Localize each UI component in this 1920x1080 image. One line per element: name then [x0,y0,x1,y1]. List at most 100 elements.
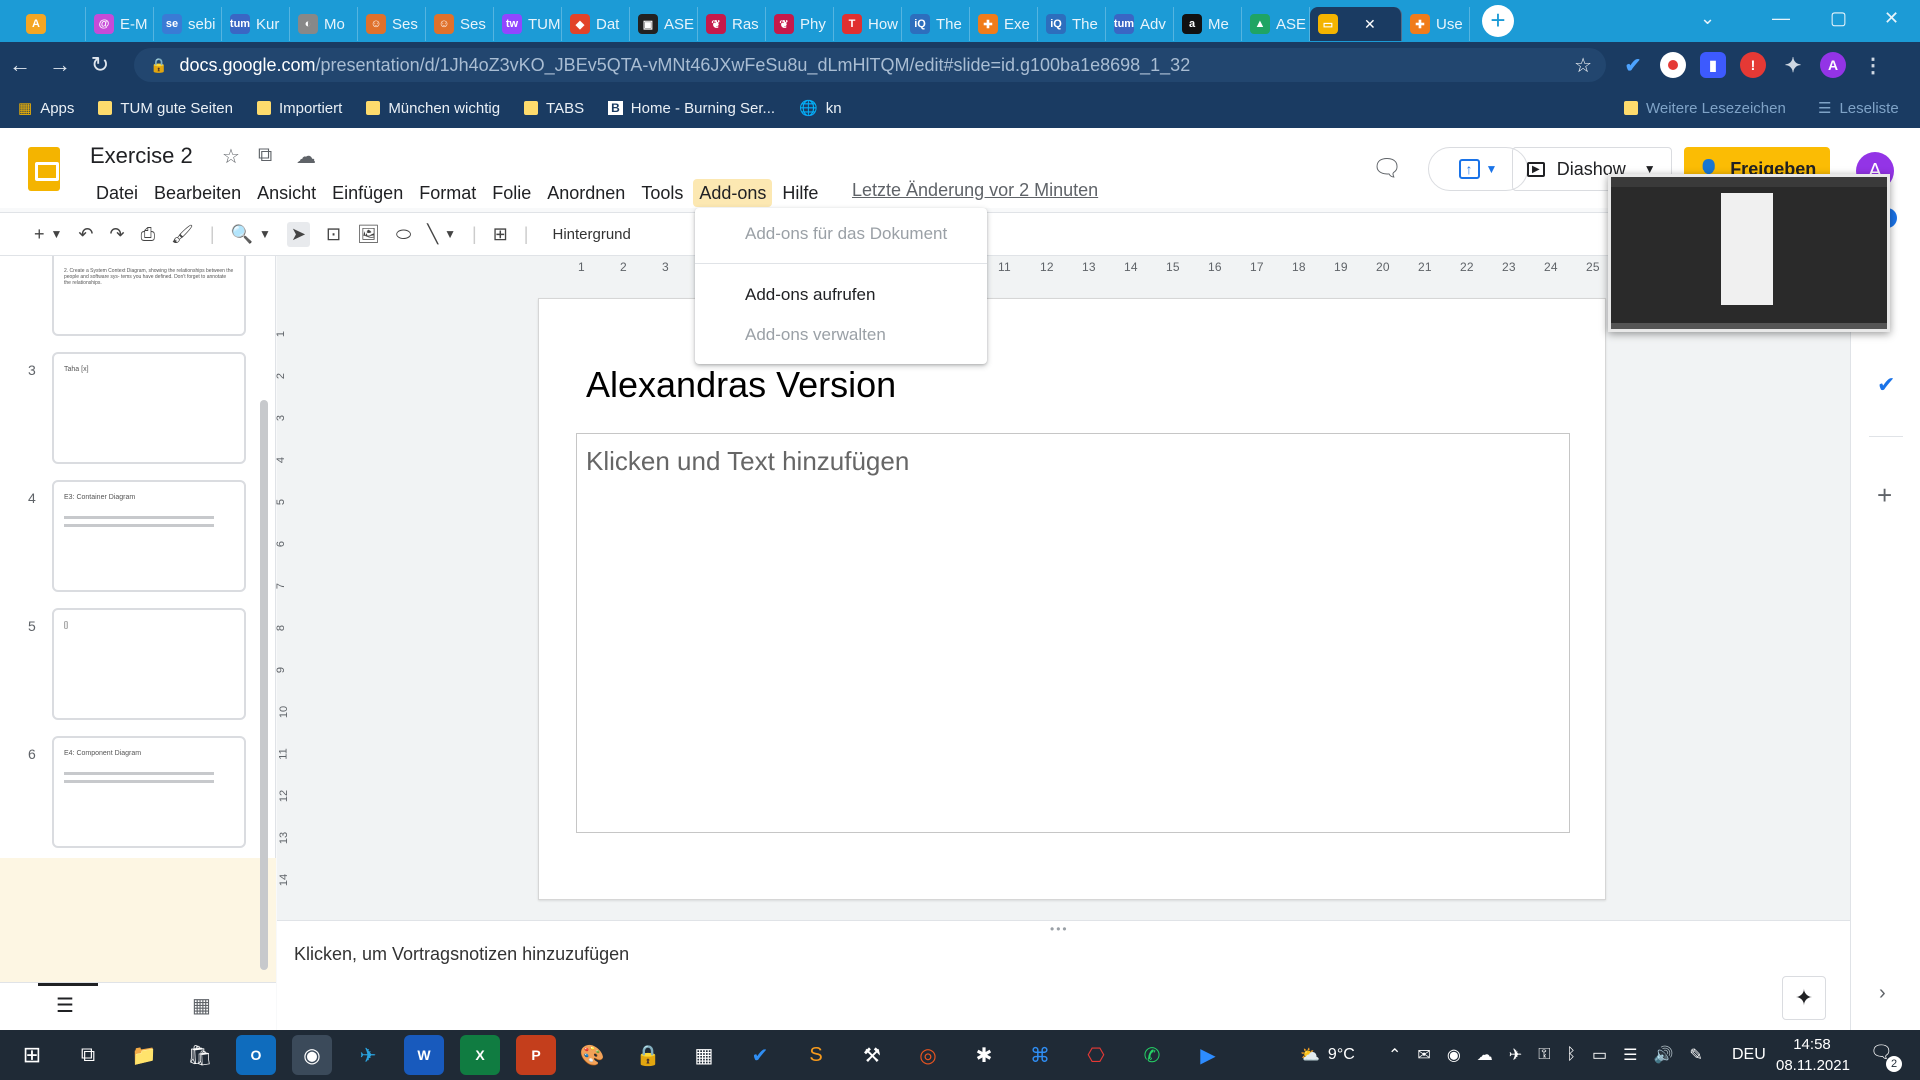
menu-add-ons[interactable]: Add-ons [693,179,773,207]
bluetooth-icon[interactable]: ᛒ [1566,1046,1576,1064]
store-icon[interactable]: 🛍 [180,1035,220,1075]
back-icon[interactable]: ← [0,52,40,78]
ubuntu-icon[interactable]: ◎ [908,1035,948,1075]
menu-datei[interactable]: Datei [90,179,144,207]
bookmark-item[interactable]: TUM gute Seiten [98,100,233,117]
sublime-icon[interactable]: S [796,1035,836,1075]
reading-list[interactable]: ☰ Leseliste [1818,88,1899,128]
powerpoint-icon[interactable]: P [516,1035,556,1075]
undo-icon[interactable]: ↶ [78,224,93,245]
slack-icon[interactable]: ✱ [964,1035,1004,1075]
slide-thumbnail[interactable]: E3: Container Diagram [52,480,246,592]
slide-thumbnail[interactable]: Taha [x] [52,352,246,464]
acrobat-icon[interactable]: ⎔ [1076,1035,1116,1075]
bookmark-item[interactable]: ▦ Apps [18,99,74,118]
paint-icon[interactable]: 🎨 [572,1035,612,1075]
browser-tab[interactable]: iQ The [1038,7,1106,41]
zoom-icon[interactable]: 🔍 [231,224,253,245]
menu-format[interactable]: Format [413,179,482,207]
extensions-puzzle-icon[interactable]: ✦ [1780,52,1806,78]
telegram-icon[interactable]: ✈ [348,1035,388,1075]
speaker-notes-placeholder[interactable]: Klicken, um Vortragsnotizen hinzuzufügen [294,944,629,965]
cloud-status-icon[interactable]: ☁ [296,144,316,169]
new-slide-dropdown-icon[interactable]: ▼ [51,227,63,241]
browser-tab[interactable]: se sebi [154,7,222,41]
bookmark-item[interactable]: 🌐 kn [799,99,842,118]
vscode-icon[interactable]: ⌘ [1020,1035,1060,1075]
browser-tab[interactable]: ☺ Ses [426,7,494,41]
excel-icon[interactable]: X [460,1035,500,1075]
bookmark-item[interactable]: Importiert [256,100,342,117]
browser-tab[interactable]: ▲ ASE [1242,7,1310,41]
language-indicator[interactable]: DEU [1732,1030,1766,1080]
filmstrip-view-icon[interactable]: ☰ [56,993,74,1018]
line-dropdown-icon[interactable]: ▼ [444,227,456,241]
omnibox[interactable]: 🔒 docs.google.com/presentation/d/1Jh4oZ3… [134,48,1606,82]
browser-tab[interactable]: tum Adv [1106,7,1174,41]
close-window-icon[interactable]: ✕ [1884,8,1899,29]
last-edit-link[interactable]: Letzte Änderung vor 2 Minuten [852,180,1098,201]
slide-body-placeholder[interactable]: Klicken und Text hinzufügen [586,446,909,477]
menu-einf-gen[interactable]: Einfügen [326,179,409,207]
bookmark-star-icon[interactable]: ☆ [1574,53,1592,78]
file-explorer-icon[interactable]: 📁 [124,1035,164,1075]
tray-outlook-icon[interactable]: ✉ [1417,1045,1430,1065]
windows-start-icon[interactable]: ⊞ [12,1035,52,1075]
tray-vpn-icon[interactable]: ⚿ [1538,1046,1550,1064]
outlook-icon[interactable]: O [236,1035,276,1075]
bookmark-item[interactable]: TABS [524,100,584,117]
textbox-icon[interactable]: ⊡ [326,224,341,245]
clock[interactable]: 14:58 08.11.2021 [1776,1034,1850,1076]
bookmark-extension-icon[interactable]: ▮ [1700,52,1726,78]
volume-icon[interactable]: 🔊 [1653,1045,1673,1065]
document-title[interactable]: Exercise 2 [90,143,193,169]
calculator-icon[interactable]: ▦ [684,1035,724,1075]
browser-profile-avatar[interactable]: A [1820,52,1846,78]
browser-tab[interactable]: ❦ Ras [698,7,766,41]
print-icon[interactable]: ⎙ [141,224,155,245]
menu-hilfe[interactable]: Hilfe [776,179,824,207]
whatsapp-icon[interactable]: ✆ [1132,1035,1172,1075]
onedrive-icon[interactable]: ☁ [1477,1045,1493,1065]
forward-icon[interactable]: → [40,52,80,78]
word-icon[interactable]: W [404,1035,444,1075]
bookmark-item[interactable]: B Home - Burning Ser... [608,100,775,117]
maximize-icon[interactable]: ▢ [1830,8,1847,29]
shape-icon[interactable]: ⬭ [396,224,411,245]
network-icon[interactable]: ☰ [1623,1045,1637,1065]
tray-chrome-icon[interactable]: ◉ [1447,1045,1461,1065]
new-tab-button[interactable]: + [1482,5,1514,37]
show-hidden-icons-icon[interactable]: ⌃ [1388,1045,1401,1065]
checkmark-extension-icon[interactable]: ✔ [1620,52,1646,78]
line-icon[interactable]: ╲ [427,224,438,245]
comments-icon[interactable]: 🗨 [1372,154,1402,183]
weather-widget[interactable]: ⛅ 9°C [1300,1030,1355,1080]
background-button[interactable]: Hintergrund [552,226,630,243]
menu-ansicht[interactable]: Ansicht [251,179,322,207]
menu-item-get-addons[interactable]: Add-ons aufrufen [745,285,875,305]
zoom-dropdown-icon[interactable]: ▼ [259,227,271,241]
browser-tab[interactable]: ✚ Use [1402,7,1470,41]
chrome-icon[interactable]: ◉ [292,1035,332,1075]
star-icon[interactable]: ☆ [222,144,240,169]
explore-button[interactable]: ✦ [1782,976,1826,1020]
speaker-notes-panel[interactable] [277,920,1850,1030]
chevron-down-icon[interactable]: ⌄ [1700,8,1715,29]
vpn-lock-icon[interactable]: 🔒 [628,1035,668,1075]
zoom-app-icon[interactable]: ▶ [1188,1035,1228,1075]
new-slide-icon[interactable]: + [34,224,45,245]
tasks-icon[interactable]: ✔ [1877,372,1895,398]
move-folder-icon[interactable]: ⧉ [258,144,272,167]
battery-icon[interactable]: ▭ [1592,1045,1607,1065]
browser-menu-icon[interactable]: ⋮ [1860,52,1886,78]
menu-anordnen[interactable]: Anordnen [541,179,631,207]
task-view-icon[interactable]: ⧉ [68,1035,108,1075]
tools-icon[interactable]: ⚒ [852,1035,892,1075]
add-addon-icon[interactable]: + [1877,480,1892,511]
browser-tab[interactable]: @ E-M [86,7,154,41]
browser-tab[interactable]: ◐ Mo [290,7,358,41]
browser-tab[interactable]: ✚ Exe [970,7,1038,41]
minimize-icon[interactable]: — [1772,8,1790,29]
slides-logo-icon[interactable] [28,147,60,191]
menu-tools[interactable]: Tools [635,179,689,207]
